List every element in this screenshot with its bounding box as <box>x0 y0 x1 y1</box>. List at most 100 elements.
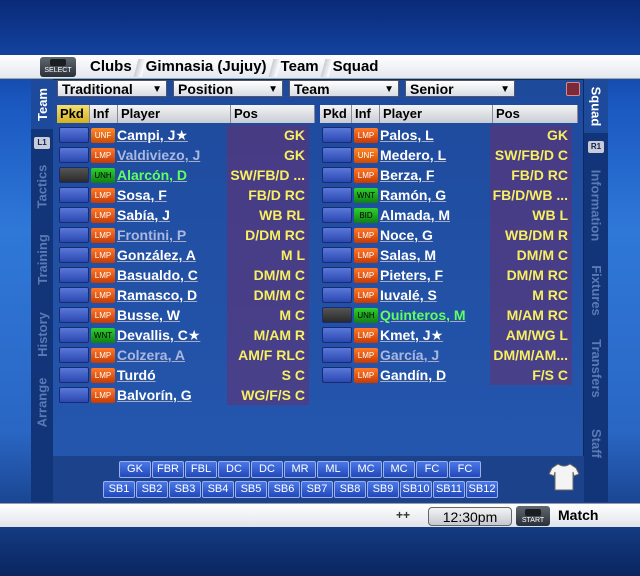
player-row[interactable]: LMP Basualdo, C DM/M C <box>57 265 309 285</box>
picked-toggle[interactable] <box>322 287 352 303</box>
picked-toggle[interactable] <box>59 327 89 343</box>
col-inf[interactable]: Inf <box>90 105 118 123</box>
picked-toggle[interactable] <box>322 307 352 323</box>
match-button[interactable]: Match <box>558 507 598 523</box>
breadcrumb-squad[interactable]: Squad <box>327 58 387 75</box>
player-name-link[interactable]: Ramasco, D <box>115 287 227 303</box>
picked-toggle[interactable] <box>322 207 352 223</box>
col-pos[interactable]: Pos <box>493 105 578 123</box>
sub-button-sb5[interactable]: SB5 <box>235 481 267 498</box>
picked-toggle[interactable] <box>322 247 352 263</box>
player-name-link[interactable]: Berza, F <box>378 167 490 183</box>
position-button-fbr[interactable]: FBR <box>152 461 184 478</box>
player-name-link[interactable]: Noce, G <box>378 227 490 243</box>
picked-toggle[interactable] <box>322 187 352 203</box>
player-row[interactable]: LMP Balvorín, G WG/F/S C <box>57 385 309 405</box>
player-name-link[interactable]: Gandín, D <box>378 367 490 383</box>
player-name-link[interactable]: Ramón, G <box>378 187 490 203</box>
player-row[interactable]: LMP Busse, WM C <box>57 305 309 325</box>
squad-level-select[interactable]: Senior ▼ <box>405 80 515 97</box>
col-inf[interactable]: Inf <box>352 105 380 123</box>
sub-button-sb10[interactable]: SB10 <box>400 481 432 498</box>
picked-toggle[interactable] <box>59 167 89 183</box>
player-name-link[interactable]: Campi, J★ <box>115 127 227 144</box>
player-row[interactable]: UNF Medero, L SW/FB/D C <box>320 145 572 165</box>
picked-toggle[interactable] <box>322 347 352 363</box>
tab-arrange[interactable]: Arrange <box>31 367 53 437</box>
player-row[interactable]: LMP Palos, L GK <box>320 125 572 145</box>
sub-button-sb6[interactable]: SB6 <box>268 481 300 498</box>
player-row[interactable]: LMP Berza, F FB/D RC <box>320 165 572 185</box>
player-row[interactable]: LMP González, AM L <box>57 245 309 265</box>
player-name-link[interactable]: Palos, L <box>378 127 490 143</box>
picked-toggle[interactable] <box>59 367 89 383</box>
col-player[interactable]: Player <box>118 105 231 123</box>
tab-training[interactable]: Training <box>31 219 53 299</box>
player-name-link[interactable]: Alarcón, D <box>115 167 227 183</box>
player-row[interactable]: LMP Salas, M DM/M C <box>320 245 572 265</box>
tab-information[interactable]: Information <box>584 155 608 255</box>
player-row[interactable]: LMP Pieters, F DM/M RC <box>320 265 572 285</box>
player-name-link[interactable]: Basualdo, C <box>115 267 227 283</box>
view-select[interactable]: Traditional ▼ <box>57 80 167 97</box>
picked-toggle[interactable] <box>59 307 89 323</box>
picked-toggle[interactable] <box>322 127 352 143</box>
col-pkd[interactable]: Pkd <box>57 105 90 123</box>
breadcrumb-club-name[interactable]: Gimnasia (Jujuy) <box>140 58 275 75</box>
player-row[interactable]: LMP Frontini, P D/DM RC <box>57 225 309 245</box>
picked-toggle[interactable] <box>59 387 89 403</box>
tab-history[interactable]: History <box>31 299 53 369</box>
picked-toggle[interactable] <box>59 347 89 363</box>
player-row[interactable]: WNT Devallis, C★ M/AM R <box>57 325 309 345</box>
position-button-fc[interactable]: FC <box>449 461 481 478</box>
picked-toggle[interactable] <box>59 127 89 143</box>
player-name-link[interactable]: Frontini, P <box>115 227 227 243</box>
position-button-mr[interactable]: MR <box>284 461 316 478</box>
player-name-link[interactable]: Almada, M <box>378 207 490 223</box>
breadcrumb-team[interactable]: Team <box>275 58 327 75</box>
player-name-link[interactable]: Turdó <box>115 367 227 383</box>
shirt-icon[interactable] <box>548 462 580 492</box>
player-name-link[interactable]: Iuvalé, S <box>378 287 490 303</box>
picked-toggle[interactable] <box>59 147 89 163</box>
position-button-gk[interactable]: GK <box>119 461 151 478</box>
player-row[interactable]: UNF Campi, J★ GK <box>57 125 309 145</box>
col-player[interactable]: Player <box>380 105 493 123</box>
player-row[interactable]: LMP Iuvalé, SM RC <box>320 285 572 305</box>
player-name-link[interactable]: Valdiviezo, J <box>115 147 227 163</box>
position-button-mc[interactable]: MC <box>350 461 382 478</box>
picked-toggle[interactable] <box>322 367 352 383</box>
select-button-icon[interactable]: SELECT <box>40 56 76 77</box>
player-name-link[interactable]: Salas, M <box>378 247 490 263</box>
picked-toggle[interactable] <box>59 227 89 243</box>
tab-team[interactable]: Team <box>31 79 53 129</box>
close-icon[interactable] <box>566 82 580 96</box>
player-name-link[interactable]: Quinteros, M <box>378 307 490 323</box>
player-row[interactable]: WNT Ramón, G FB/D/WB ... <box>320 185 572 205</box>
player-name-link[interactable]: Kmet, J★ <box>378 327 490 344</box>
sub-button-sb7[interactable]: SB7 <box>301 481 333 498</box>
position-button-fc[interactable]: FC <box>416 461 448 478</box>
position-button-fbl[interactable]: FBL <box>185 461 217 478</box>
col-pos[interactable]: Pos <box>231 105 315 123</box>
player-row[interactable]: LMP Noce, G WB/DM R <box>320 225 572 245</box>
breadcrumb-clubs[interactable]: Clubs <box>84 58 140 75</box>
player-row[interactable]: LMP Colzera, A AM/F RLC <box>57 345 309 365</box>
sub-button-sb2[interactable]: SB2 <box>136 481 168 498</box>
picked-toggle[interactable] <box>322 147 352 163</box>
player-row[interactable]: LMP Sosa, F FB/D RC <box>57 185 309 205</box>
picked-toggle[interactable] <box>322 167 352 183</box>
player-name-link[interactable]: Sosa, F <box>115 187 227 203</box>
position-button-dc[interactable]: DC <box>218 461 250 478</box>
picked-toggle[interactable] <box>59 207 89 223</box>
player-row[interactable]: LMP Valdiviezo, J GK <box>57 145 309 165</box>
sub-button-sb4[interactable]: SB4 <box>202 481 234 498</box>
player-row[interactable]: UNH Quinteros, M M/AM RC <box>320 305 572 325</box>
position-button-ml[interactable]: ML <box>317 461 349 478</box>
tab-fixtures[interactable]: Fixtures <box>584 255 608 325</box>
col-pkd[interactable]: Pkd <box>320 105 352 123</box>
position-button-mc[interactable]: MC <box>383 461 415 478</box>
picked-toggle[interactable] <box>59 267 89 283</box>
player-row[interactable]: LMP Sabía, J WB RL <box>57 205 309 225</box>
player-row[interactable]: LMP García, J DM/M/AM... <box>320 345 572 365</box>
